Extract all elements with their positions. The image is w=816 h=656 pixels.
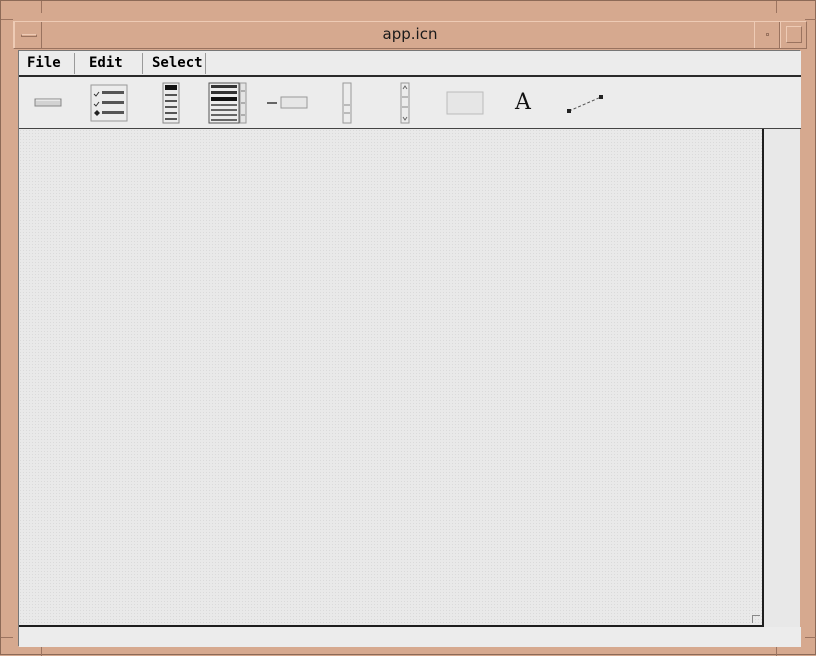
text-field-tool-icon xyxy=(267,96,308,109)
minimize-icon xyxy=(766,33,769,36)
label-tool[interactable]: A xyxy=(511,81,535,125)
minimize-button[interactable] xyxy=(754,22,780,48)
canvas-resize-handle[interactable] xyxy=(752,615,760,623)
line-tool-icon xyxy=(567,95,603,113)
vertical-slider-tool[interactable] xyxy=(335,81,359,125)
menu-file[interactable]: File xyxy=(21,53,75,74)
vertical-scrollbar-tool[interactable] xyxy=(393,81,417,125)
checkbox-list-tool[interactable] xyxy=(89,81,129,125)
status-bar xyxy=(19,627,801,647)
scrolling-list-tool[interactable] xyxy=(207,81,249,125)
client-area: File Edit Select A xyxy=(18,50,801,647)
menu-select[interactable]: Select xyxy=(146,53,206,74)
vertical-scrollbar-tool-icon xyxy=(400,82,410,124)
region-tool[interactable] xyxy=(443,81,487,125)
label-tool-icon: A xyxy=(515,90,531,115)
checkbox-list-tool-icon xyxy=(90,84,128,122)
title-bar[interactable]: app.icn xyxy=(13,21,807,49)
menu-bar: File Edit Select xyxy=(19,51,801,77)
design-canvas[interactable] xyxy=(19,129,764,627)
vertical-slider-tool-icon xyxy=(342,82,352,124)
text-list-tool[interactable] xyxy=(159,81,183,125)
widget-toolbar: A xyxy=(19,77,801,129)
maximize-icon xyxy=(786,26,802,43)
text-list-tool-icon xyxy=(162,82,180,124)
button-tool-icon xyxy=(34,98,62,107)
button-tool[interactable] xyxy=(33,81,63,125)
line-tool[interactable] xyxy=(561,81,609,125)
menu-edit[interactable]: Edit xyxy=(83,53,143,74)
scrolling-list-tool-icon xyxy=(208,82,247,124)
text-field-tool[interactable] xyxy=(263,81,311,125)
maximize-button[interactable] xyxy=(780,22,806,48)
region-tool-icon xyxy=(446,91,484,115)
window-title: app.icn xyxy=(382,25,438,43)
